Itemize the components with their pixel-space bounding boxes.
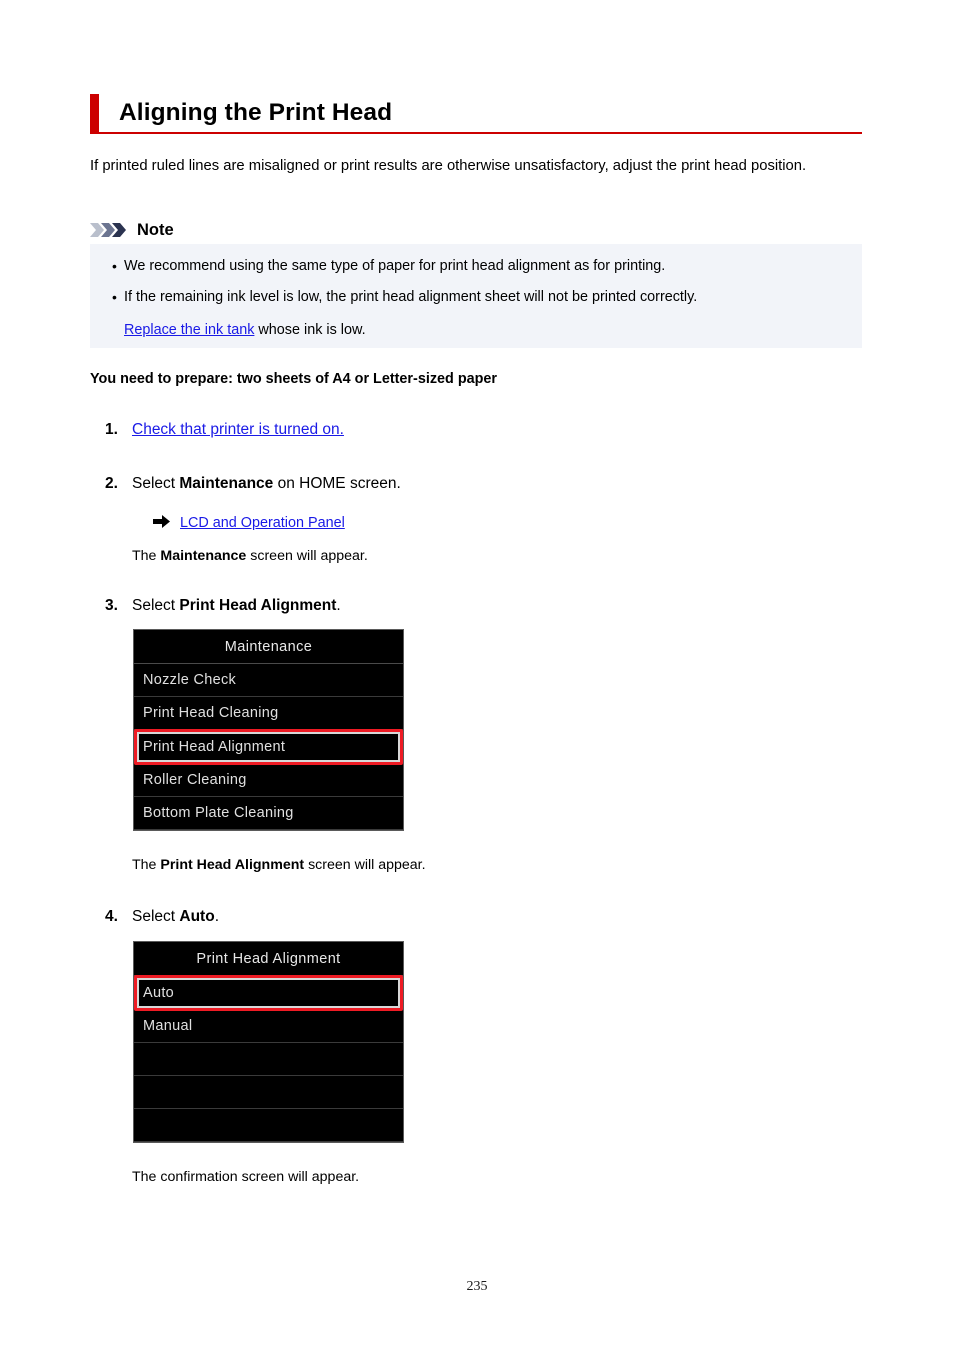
step-2-result-bold: Maintenance: [160, 548, 247, 565]
step-4: 4. Select Auto.: [105, 906, 865, 928]
lcd-alignment-row-manual[interactable]: Manual: [134, 1010, 403, 1043]
step-4-number: 4.: [105, 908, 118, 925]
page-title-block: Aligning the Print Head: [90, 94, 862, 134]
lcd-alignment-row-empty-2: [134, 1076, 403, 1109]
note-sub-tail: whose ink is low.: [254, 322, 366, 338]
document-page: Aligning the Print Head If printed ruled…: [0, 0, 954, 1350]
step-3-text-before: Select: [132, 597, 180, 614]
step-2-title: Select Maintenance on HOME screen.: [132, 473, 401, 495]
replace-ink-tank-link[interactable]: Replace the ink tank: [124, 322, 254, 338]
note-label: Note: [137, 220, 174, 239]
lcd-screen-print-head-alignment: Print Head Alignment Auto Manual: [133, 941, 404, 1143]
intro-paragraph: If printed ruled lines are misaligned or…: [90, 158, 807, 174]
step-3-text-after: .: [336, 597, 341, 614]
lcd-maintenance-header: Maintenance: [134, 630, 403, 664]
lcd-maintenance-row-roller-cleaning[interactable]: Roller Cleaning: [134, 764, 403, 797]
step-2: 2. Select Maintenance on HOME screen. LC…: [105, 473, 865, 566]
note-header: Note: [90, 219, 174, 241]
lcd-screen-maintenance: Maintenance Nozzle Check Print Head Clea…: [133, 629, 404, 831]
step-2-text-before: Select: [132, 475, 180, 492]
step-3-head: 3. Select Print Head Alignment.: [105, 595, 865, 617]
check-printer-on-link[interactable]: Check that printer is turned on.: [132, 421, 344, 438]
step-2-result-after: screen will appear.: [246, 548, 368, 565]
step-2-bold: Maintenance: [179, 475, 274, 492]
step-4-text-before: Select: [132, 908, 180, 925]
lcd-alignment-row-empty-3: [134, 1109, 403, 1142]
step-4-title: Select Auto.: [132, 906, 219, 928]
title-accent-bar: [90, 94, 99, 132]
step-2-text-after: on HOME screen.: [273, 475, 401, 492]
step-3-result: The Print Head Alignment screen will app…: [132, 855, 426, 875]
step-2-result: The Maintenance screen will appear.: [132, 546, 865, 566]
note-box: • We recommend using the same type of pa…: [90, 244, 862, 348]
step-2-reference: LCD and Operation Panel: [153, 515, 865, 531]
page-number: 235: [466, 1279, 488, 1294]
step-3-result-before: The: [132, 857, 161, 873]
step-2-result-before: The: [132, 548, 161, 565]
step-1-title: Check that printer is turned on.: [132, 419, 344, 441]
step-2-head: 2. Select Maintenance on HOME screen.: [105, 473, 865, 495]
step-2-number: 2.: [105, 475, 118, 492]
prepare-requirement: You need to prepare: two sheets of A4 or…: [90, 371, 498, 387]
note-item: • If the remaining ink level is low, the…: [90, 287, 862, 307]
note-item-text: If the remaining ink level is low, the p…: [124, 289, 698, 305]
lcd-alignment-row-auto[interactable]: Auto: [134, 975, 403, 1011]
page-title-row: Aligning the Print Head: [90, 94, 862, 132]
step-1: 1. Check that printer is turned on.: [105, 419, 865, 441]
note-list: • We recommend using the same type of pa…: [90, 244, 862, 340]
lcd-operation-panel-link[interactable]: LCD and Operation Panel: [180, 515, 345, 531]
lcd-maintenance-row-bottom-plate-cleaning[interactable]: Bottom Plate Cleaning: [134, 797, 403, 830]
step-1-number: 1.: [105, 421, 118, 438]
lcd-maintenance-row-print-head-alignment[interactable]: Print Head Alignment: [134, 729, 403, 765]
lcd-maintenance-row-print-head-cleaning[interactable]: Print Head Cleaning: [134, 697, 403, 730]
arrow-right-icon: [153, 515, 170, 531]
chevron-triple-icon: [90, 223, 130, 237]
note-item: • We recommend using the same type of pa…: [90, 256, 862, 276]
step-3-result-bold: Print Head Alignment: [160, 857, 305, 873]
lcd-alignment-row-empty-4: [134, 1142, 403, 1143]
lcd-alignment-header: Print Head Alignment: [134, 942, 403, 976]
bullet-icon: •: [112, 258, 117, 274]
step-3-bold: Print Head Alignment: [179, 597, 337, 614]
step-3-result-after: screen will appear.: [304, 857, 426, 873]
lcd-maintenance-row-nozzle-check[interactable]: Nozzle Check: [134, 664, 403, 697]
step-4-text-after: .: [214, 908, 219, 925]
page-title: Aligning the Print Head: [119, 98, 393, 126]
bullet-icon: •: [112, 289, 117, 305]
step-4-head: 4. Select Auto.: [105, 906, 865, 928]
step-3-number: 3.: [105, 597, 118, 614]
step-3: 3. Select Print Head Alignment.: [105, 595, 865, 617]
step-1-head: 1. Check that printer is turned on.: [105, 419, 865, 441]
title-divider: [90, 132, 862, 134]
step-4-result: The confirmation screen will appear.: [132, 1169, 360, 1185]
note-sub-line: Replace the ink tank whose ink is low.: [90, 320, 862, 340]
step-3-title: Select Print Head Alignment.: [132, 595, 341, 617]
note-item-text: We recommend using the same type of pape…: [124, 258, 666, 274]
step-4-bold: Auto: [179, 908, 215, 925]
lcd-alignment-row-empty-1: [134, 1043, 403, 1076]
